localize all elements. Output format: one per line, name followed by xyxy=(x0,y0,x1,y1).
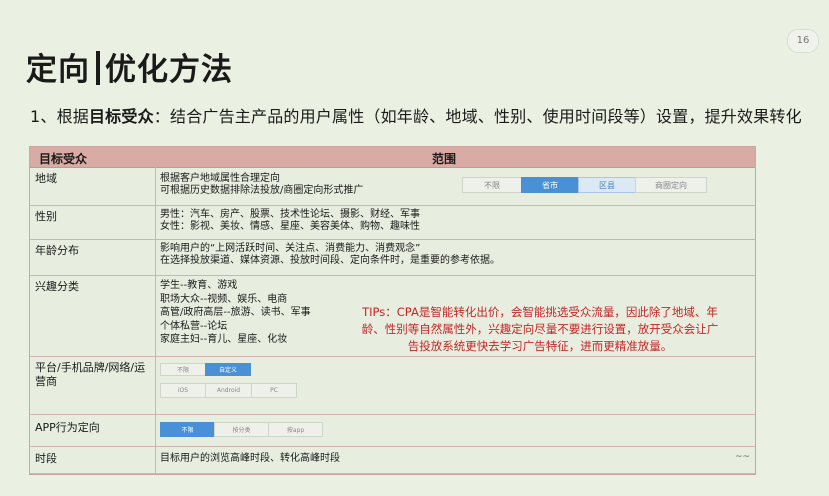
row-tail: ~~ xyxy=(735,452,751,462)
row-line: 影响用户的“上网活跃时间、关注点、消费能力、消费观念” xyxy=(160,243,421,254)
row-name: 地域 xyxy=(35,172,57,185)
header-audience: 目标受众 xyxy=(39,152,88,166)
page-title: 定向 优化方法 xyxy=(26,44,233,89)
row-name: APP行为定向 xyxy=(35,421,100,434)
subtitle: 1、根据目标受众：结合广告主产品的用户属性（如年龄、地域、性别、使用时间段等）设… xyxy=(30,103,802,127)
platform-option-android[interactable]: Android xyxy=(205,383,252,398)
app-behavior-options: 不限 按分类 按app xyxy=(160,422,323,437)
table-row: 地域 根据客户地域属性合理定向 可根据历史数据排除法投放/商圈定向形式推广 不限… xyxy=(30,168,755,206)
tips-note: TIPs：CPA是智能转化出价，会智能挑选受众流量，因此除了地域、年龄、性别等自… xyxy=(361,305,719,353)
region-option-province[interactable]: 省市 xyxy=(521,177,579,193)
row-line: 职场大众--视频、娱乐、电商 xyxy=(160,293,288,305)
page-number: 16 xyxy=(787,29,819,53)
row-content: 学生--教育、游戏 职场大众--视频、娱乐、电商 高管/政府高层--旅游、读书、… xyxy=(160,279,311,347)
row-content: 目标用户的浏览高峰时段、转化高峰时段 xyxy=(160,453,340,465)
app-option-unlimited[interactable]: 不限 xyxy=(160,422,215,437)
subtitle-prefix: 1、根据 xyxy=(30,107,89,126)
row-name: 时段 xyxy=(35,452,57,465)
platform-option-pc[interactable]: PC xyxy=(251,383,297,398)
row-line: 根据客户地域属性合理定向 xyxy=(160,173,280,184)
table-row: 时段 目标用户的浏览高峰时段、转化高峰时段 ~~ xyxy=(30,447,755,474)
targeting-table: 目标受众 范围 地域 根据客户地域属性合理定向 可根据历史数据排除法投放/商圈定… xyxy=(29,146,756,475)
row-name: 性别 xyxy=(35,210,57,223)
region-options: 不限 省市 区县 商圈定向 xyxy=(462,177,707,193)
subtitle-suffix: ：结合广告主产品的用户属性（如年龄、地域、性别、使用时间段等）设置，提升效果转化 xyxy=(153,107,802,126)
app-option-by-app[interactable]: 按app xyxy=(268,422,323,437)
platform-option-ios[interactable]: iOS xyxy=(160,383,206,398)
table-row: 年龄分布 影响用户的“上网活跃时间、关注点、消费能力、消费观念” 在选择投放渠道… xyxy=(30,240,755,276)
row-name: 平台/手机品牌/网络/运营商 xyxy=(35,361,146,388)
table-header: 目标受众 范围 xyxy=(30,147,755,168)
platform-os-options: iOS Android PC xyxy=(160,383,297,398)
row-line: 可根据历史数据排除法投放/商圈定向形式推广 xyxy=(160,185,364,196)
title-right: 优化方法 xyxy=(105,52,233,88)
platform-mode-options: 不限 自定义 xyxy=(160,363,251,376)
row-line: 男性：汽车、房产、股票、技术性论坛、摄影、财经、军事 xyxy=(160,209,420,220)
region-option-business-area[interactable]: 商圈定向 xyxy=(635,177,707,193)
row-content: 影响用户的“上网活跃时间、关注点、消费能力、消费观念” 在选择投放渠道、媒体资源… xyxy=(160,243,500,267)
platform-option-unlimited[interactable]: 不限 xyxy=(160,363,206,376)
row-line: 高管/政府高层--旅游、读书、军事 xyxy=(160,307,311,318)
title-left: 定向 xyxy=(26,52,90,88)
row-content: 男性：汽车、房产、股票、技术性论坛、摄影、财经、军事 女性：影视、美妆、情感、星… xyxy=(160,209,420,233)
row-line: 在选择投放渠道、媒体资源、投放时间段、定向条件时，是重要的参考依据。 xyxy=(160,255,500,266)
platform-option-custom[interactable]: 自定义 xyxy=(205,363,251,376)
row-line: 目标用户的浏览高峰时段、转化高峰时段 xyxy=(160,453,340,464)
table-row: 性别 男性：汽车、房产、股票、技术性论坛、摄影、财经、军事 女性：影视、美妆、情… xyxy=(30,206,755,240)
header-scope: 范围 xyxy=(432,152,457,166)
region-option-unlimited[interactable]: 不限 xyxy=(462,177,522,193)
table-row: APP行为定向 不限 按分类 按app xyxy=(30,415,755,447)
row-name: 年龄分布 xyxy=(35,244,79,257)
app-option-by-category[interactable]: 按分类 xyxy=(214,422,269,437)
row-line: 家庭主妇--育儿、星座、化妆 xyxy=(160,334,288,345)
row-name: 兴趣分类 xyxy=(35,280,79,293)
row-content: 根据客户地域属性合理定向 可根据历史数据排除法投放/商圈定向形式推广 xyxy=(160,173,363,197)
row-line: 学生--教育、游戏 xyxy=(160,280,238,291)
title-divider xyxy=(96,51,100,85)
table-row: 平台/手机品牌/网络/运营商 不限 自定义 iOS Android PC xyxy=(30,357,755,415)
subtitle-bold: 目标受众 xyxy=(88,107,154,126)
row-line: 个体私营--论坛 xyxy=(160,320,228,332)
row-line: 女性：影视、美妆、情感、星座、美容美体、购物、趣味性 xyxy=(160,221,420,232)
region-option-district[interactable]: 区县 xyxy=(578,177,636,193)
